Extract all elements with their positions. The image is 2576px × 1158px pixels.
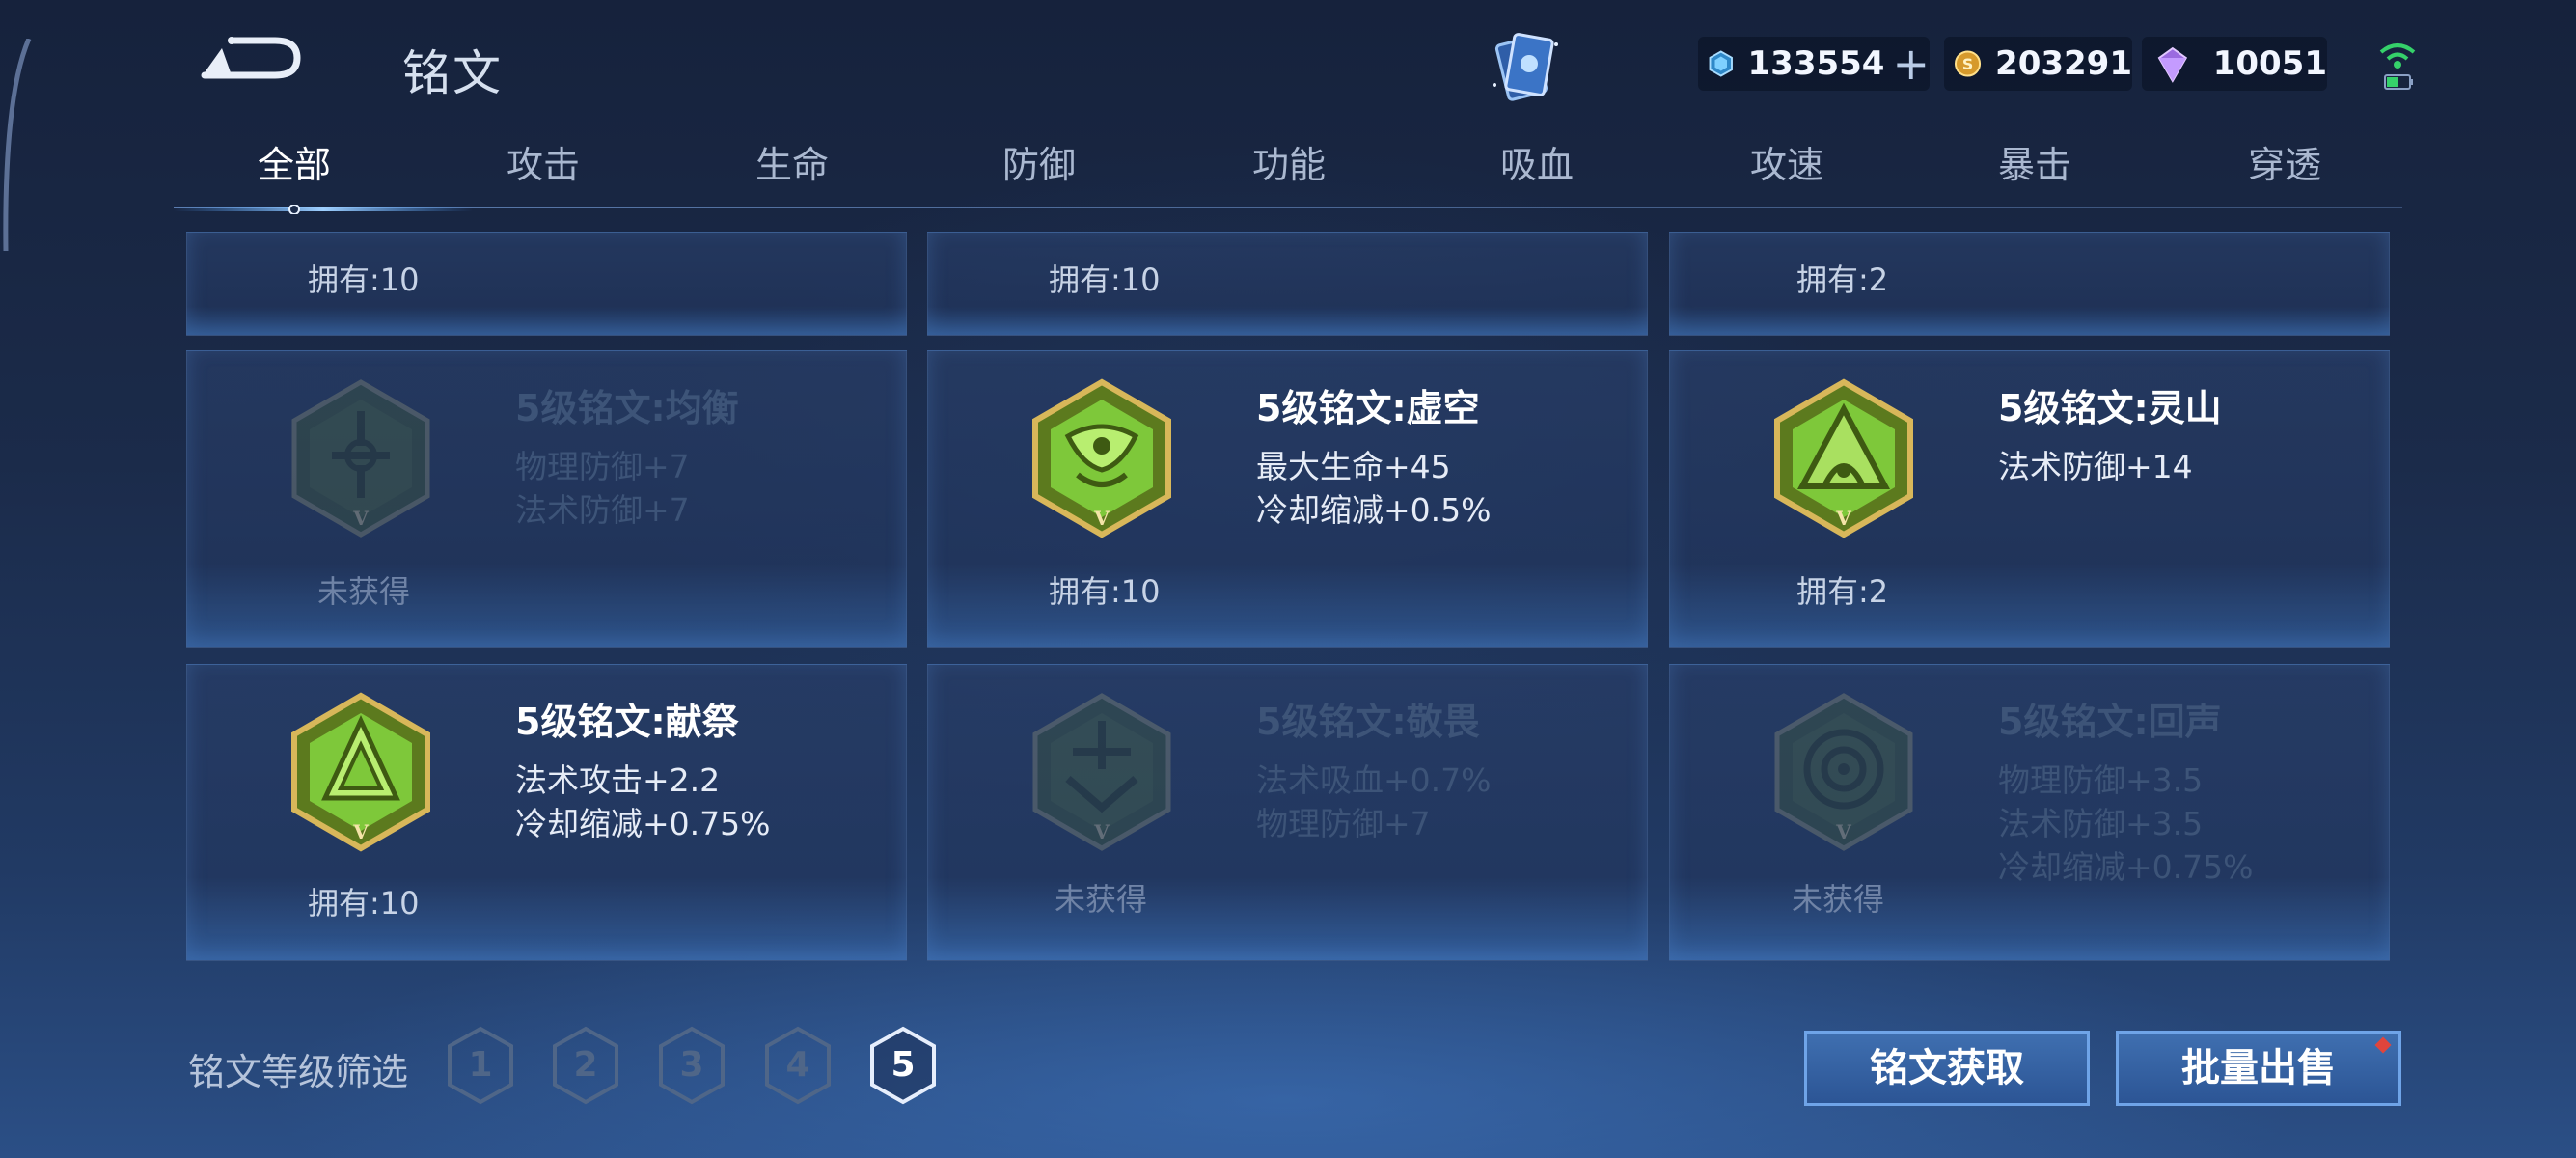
level-number: 5 [891, 1045, 916, 1085]
left-edge-decoration [3, 39, 32, 251]
tab-defense[interactable]: 防御 [943, 135, 1136, 188]
tabs-divider [174, 207, 2402, 208]
inscription-stat: 冷却缩减+0.5% [1256, 491, 1492, 529]
inscription-emblem-mountain-icon: V [1774, 378, 1913, 538]
add-gem-button[interactable]: + [1892, 41, 1930, 86]
level-number: 1 [468, 1045, 493, 1085]
network-status [2373, 35, 2422, 95]
gold-coin-icon: S [1954, 50, 1982, 77]
level-filter-5-selected[interactable]: 5 [868, 1026, 938, 1105]
svg-text:V: V [1093, 507, 1110, 530]
not-obtained-label: 未获得 [1792, 881, 1885, 918]
inscription-name: 5级铭文:灵山 [1998, 387, 2222, 429]
inscription-card-sacrifice[interactable]: V 5级铭文:献祭 法术攻击+2.2 冷却缩减+0.75% 拥有:10 [186, 664, 907, 961]
inscription-card-partial[interactable]: 拥有:10 [186, 232, 907, 336]
owned-count: 拥有:10 [1049, 573, 1161, 610]
inscription-stat: 物理防御+7 [1256, 805, 1431, 842]
tab-attack-speed[interactable]: 攻速 [1690, 135, 1883, 188]
tab-penetration[interactable]: 穿透 [2188, 135, 2381, 188]
level-filter-2[interactable]: 2 [551, 1026, 620, 1105]
inscription-stat: 法术吸血+0.7% [1256, 761, 1492, 799]
inscription-name: 5级铭文:回声 [1998, 701, 2222, 743]
inscription-card-balance[interactable]: V 5级铭文:均衡 物理防御+7 法术防御+7 未获得 [186, 350, 907, 648]
acquire-inscription-button[interactable]: 铭文获取 [1804, 1031, 2090, 1106]
inscription-name: 5级铭文:敬畏 [1256, 701, 1480, 743]
inscription-emblem-sacrifice-icon: V [291, 692, 430, 852]
notification-dot-icon [2374, 1036, 2392, 1054]
active-tab-indicator [174, 205, 473, 214]
inscription-card-void[interactable]: V 5级铭文:虚空 最大生命+45 冷却缩减+0.5% 拥有:10 [927, 350, 1648, 648]
svg-text:V: V [352, 507, 369, 530]
tab-lifesteal[interactable]: 吸血 [1440, 135, 1633, 188]
inscription-name: 5级铭文:献祭 [515, 701, 739, 743]
back-arrow-icon [201, 37, 301, 79]
not-obtained-label: 未获得 [1055, 881, 1148, 918]
svg-text:V: V [1835, 820, 1851, 843]
level-filter-4[interactable]: 4 [763, 1026, 833, 1105]
level-number: 4 [785, 1045, 810, 1085]
category-tabs: 全部 攻击 生命 防御 功能 吸血 攻速 暴击 穿透 [174, 135, 2402, 212]
bulk-sell-label: 批量出售 [2181, 1046, 2336, 1090]
bulk-sell-button[interactable]: 批量出售 [2116, 1031, 2401, 1106]
tab-critical[interactable]: 暴击 [1938, 135, 2131, 188]
inscription-card-partial[interactable]: 拥有:2 [1669, 232, 2390, 336]
inscription-emblem-echo-icon: V [1774, 693, 1913, 851]
inscription-name: 5级铭文:虚空 [1256, 387, 1480, 429]
level-filter-3[interactable]: 3 [657, 1026, 726, 1105]
owned-count: 拥有:10 [1049, 262, 1161, 298]
owned-count: 拥有:2 [1796, 573, 1889, 610]
level-number: 3 [679, 1045, 704, 1085]
back-button[interactable] [193, 31, 304, 89]
inscription-emblem-balance-icon: V [291, 379, 430, 538]
svg-text:S: S [1962, 55, 1973, 73]
inscription-card-awe[interactable]: V 5级铭文:敬畏 法术吸血+0.7% 物理防御+7 未获得 [927, 664, 1648, 961]
gem-count: 133554 [1747, 44, 1885, 83]
tab-utility[interactable]: 功能 [1192, 135, 1385, 188]
inscription-stat: 冷却缩减+0.75% [1998, 848, 2254, 886]
owned-count: 拥有:10 [308, 262, 420, 298]
wifi-icon [2379, 43, 2416, 90]
inscription-card-partial[interactable]: 拥有:10 [927, 232, 1648, 336]
not-obtained-label: 未获得 [317, 573, 411, 610]
inscription-stat: 法术防御+3.5 [1998, 805, 2204, 842]
currency-gold: S 203291 [1944, 37, 2132, 91]
inscription-name: 5级铭文:均衡 [515, 387, 739, 429]
inscription-stat: 物理防御+3.5 [1998, 761, 2204, 799]
crystal-count: 10051 [2212, 44, 2327, 83]
tab-attack[interactable]: 攻击 [447, 135, 640, 188]
svg-text:V: V [1093, 820, 1110, 843]
svg-text:V: V [1835, 507, 1851, 530]
inscription-page-icon[interactable] [1481, 27, 1568, 109]
diamond-coupon-icon [1709, 50, 1733, 77]
inscription-stat: 冷却缩减+0.75% [515, 805, 771, 842]
inscription-stat: 法术防御+7 [515, 491, 690, 529]
inscription-emblem-awe-icon: V [1032, 693, 1171, 851]
gold-count: 203291 [1995, 44, 2132, 83]
level-filter-label: 铭文等级筛选 [188, 1051, 409, 1093]
owned-count: 拥有:10 [308, 885, 420, 922]
card-deck-icon [1493, 33, 1558, 101]
inscription-emblem-void-icon: V [1032, 378, 1171, 538]
purple-crystal-icon [2157, 46, 2188, 83]
level-filter-1[interactable]: 1 [446, 1026, 515, 1105]
owned-count: 拥有:2 [1796, 262, 1889, 298]
inscription-stat: 法术攻击+2.2 [515, 761, 721, 799]
inscription-stat: 物理防御+7 [515, 448, 690, 485]
inscription-stat: 最大生命+45 [1256, 448, 1451, 485]
currency-gem: 133554 + [1698, 37, 1930, 91]
level-number: 2 [573, 1045, 598, 1085]
tab-all[interactable]: 全部 [198, 135, 391, 188]
page-title: 铭文 [402, 45, 503, 101]
inscription-stat: 法术防御+14 [1998, 448, 2193, 485]
currency-crystal: 10051 [2142, 37, 2327, 91]
svg-text:V: V [352, 820, 369, 843]
inscription-card-spirit-mountain[interactable]: V 5级铭文:灵山 法术防御+14 拥有:2 [1669, 350, 2390, 648]
tab-health[interactable]: 生命 [696, 135, 889, 188]
inscription-card-echo[interactable]: V 5级铭文:回声 物理防御+3.5 法术防御+3.5 冷却缩减+0.75% 未… [1669, 664, 2390, 961]
